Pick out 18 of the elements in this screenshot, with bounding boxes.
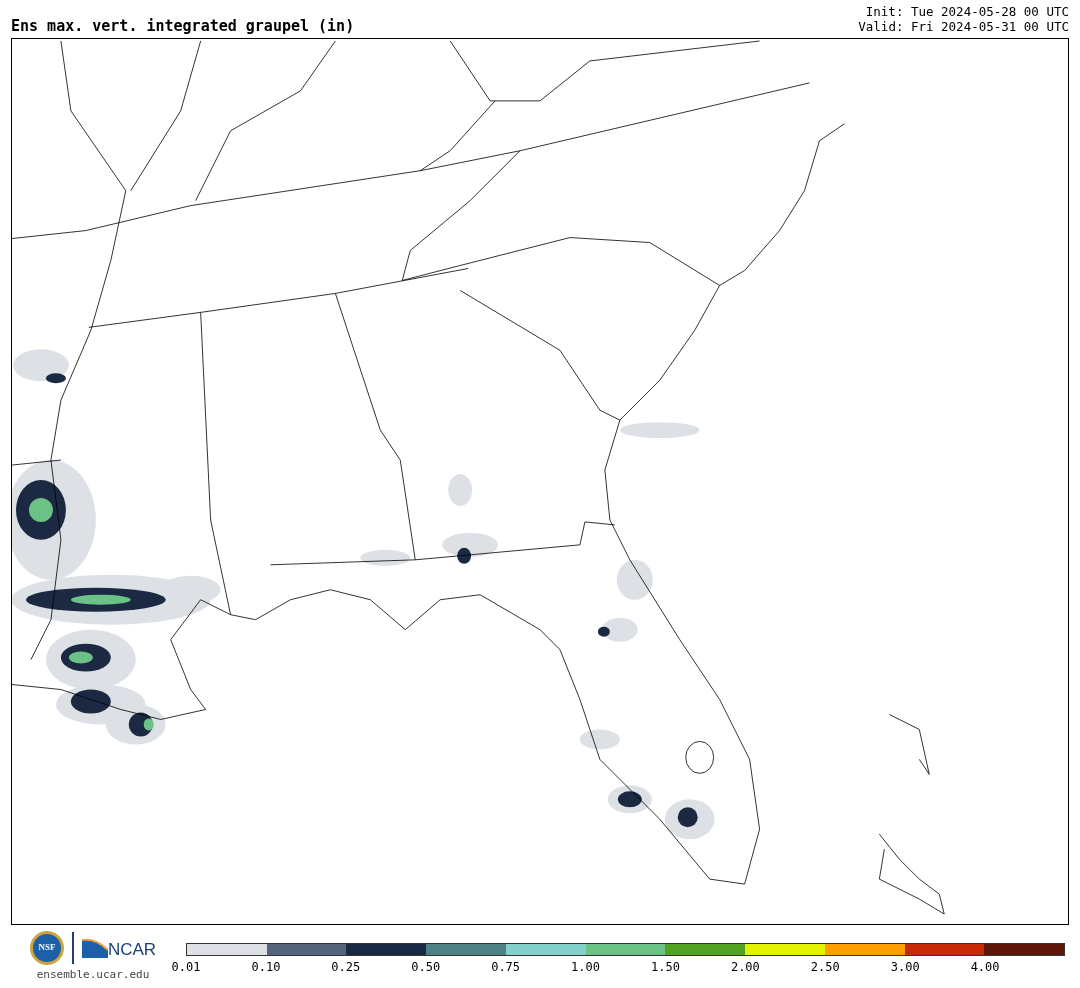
site-url: ensemble.ucar.edu [36, 967, 150, 983]
scale-tick-label: 4.00 [970, 961, 1000, 973]
scale-tick-label: 0.10 [251, 961, 281, 973]
scale-tick-label: 0.75 [491, 961, 521, 973]
map-title: Ens max. vert. integrated graupel (in) [11, 19, 355, 34]
logo-wordmark: NCAR [107, 941, 157, 958]
scale-tick-label: 3.00 [890, 961, 920, 973]
scale-tick-label: 2.00 [730, 961, 760, 973]
scale-tick-label: 0.50 [411, 961, 441, 973]
scale-tick-label: 0.01 [171, 961, 201, 973]
init-time: Init: Tue 2024-05-28 00 UTC [865, 4, 1069, 19]
ncar-logo-icon [81, 938, 108, 958]
valid-time: Valid: Fri 2024-05-31 00 UTC [858, 19, 1069, 34]
scale-tick-label: 1.50 [651, 961, 680, 973]
scale-tick-label: 2.50 [810, 961, 840, 973]
scale-tick-label: 1.00 [571, 961, 600, 973]
scale-tick-label: 0.25 [331, 961, 361, 973]
logo-text: NSF [38, 941, 56, 955]
